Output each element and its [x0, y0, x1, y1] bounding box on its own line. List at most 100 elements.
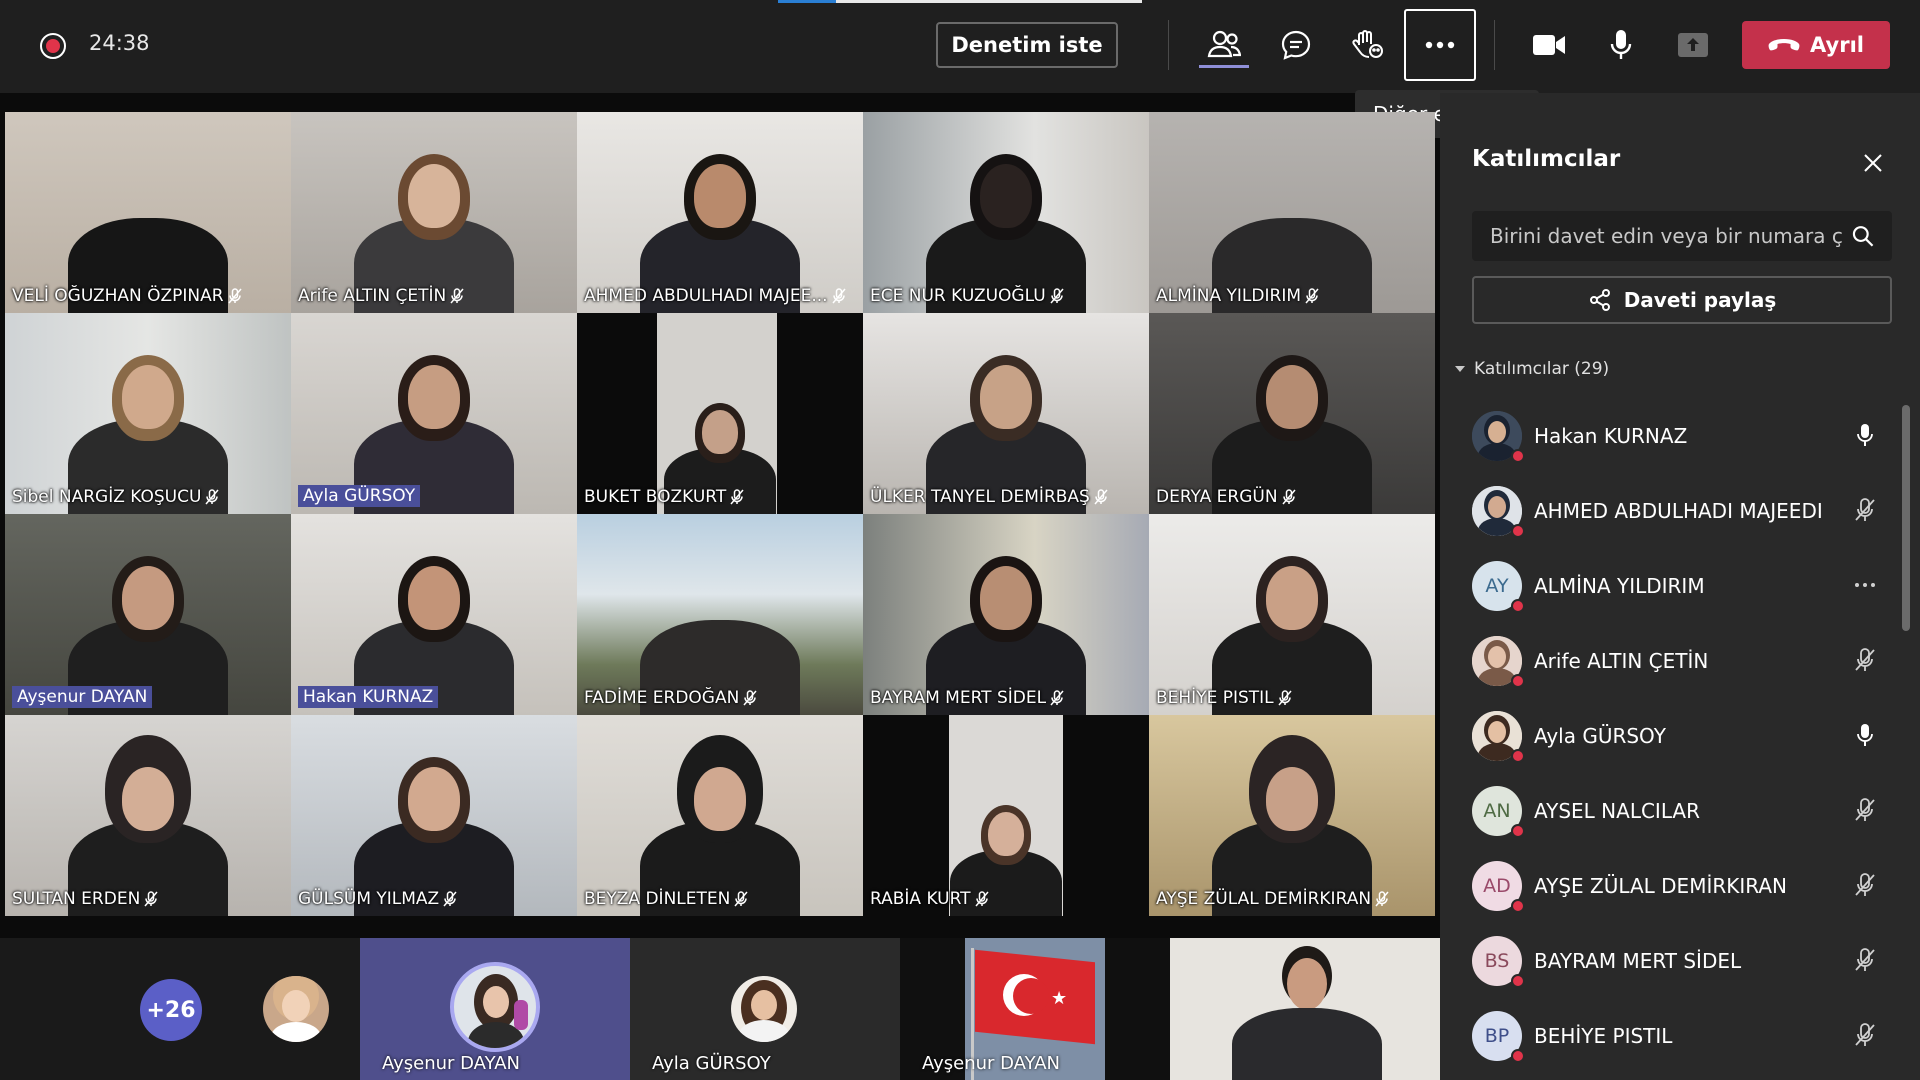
participant-avatar[interactable] — [263, 976, 329, 1042]
video-tile-strip[interactable]: ★ Ayşenur DAYAN — [900, 938, 1170, 1080]
tile-name-label: Sibel NARGİZ KOŞUCU — [12, 487, 220, 507]
video-tile[interactable]: DERYA ERGÜN — [1149, 313, 1435, 514]
video-tile-strip[interactable]: Ayla GÜRSOY — [630, 938, 900, 1080]
participant-name: AYSEL NALCILAR — [1534, 798, 1701, 823]
tile-name-label: Hakan KURNAZ — [298, 686, 439, 708]
tile-name-label: Ayla GÜRSOY — [298, 485, 421, 507]
share-invite-button[interactable]: Daveti paylaş — [1472, 276, 1892, 324]
video-grid: VELİ OĞUZHAN ÖZPINAR Arife ALTIN ÇETİN AHM… — [5, 112, 1435, 916]
call-progress-fill — [778, 0, 837, 3]
mic-icon — [1610, 30, 1632, 59]
video-tile[interactable]: FADİME ERDOĞAN — [577, 514, 863, 715]
tile-name-label: Ayşenur DAYAN — [382, 1053, 520, 1074]
search-icon[interactable] — [1851, 224, 1875, 248]
chat-icon — [1281, 30, 1311, 60]
request-review-button[interactable]: Denetim iste — [936, 22, 1118, 68]
tile-name-label: DERYA ERGÜN — [1156, 487, 1296, 507]
close-panel-button[interactable] — [1858, 148, 1888, 178]
participant-row[interactable]: Ayla GÜRSOY — [1472, 698, 1892, 773]
camera-icon — [1533, 35, 1565, 55]
raise-hand-button[interactable] — [1343, 22, 1393, 68]
video-tile[interactable]: RABİA KURT — [863, 715, 1149, 916]
camera-toggle-button[interactable] — [1524, 22, 1574, 68]
participants-button[interactable] — [1199, 22, 1249, 68]
chevron-down-icon — [1455, 366, 1465, 372]
participant-video — [694, 767, 746, 831]
participant-name: Ayla GÜRSOY — [1534, 723, 1666, 748]
video-tile[interactable]: BEHİYE PISTIL — [1149, 514, 1435, 715]
video-tile-strip[interactable] — [1170, 938, 1440, 1080]
share-tray-button[interactable] — [1668, 22, 1718, 68]
video-tile[interactable]: Arife ALTIN ÇETİN — [291, 112, 577, 313]
participants-scrollbar[interactable] — [1902, 405, 1910, 631]
participant-video — [408, 566, 460, 630]
video-tile[interactable]: GÜLSÜM YILMAZ — [291, 715, 577, 916]
participant-row[interactable]: AY ALMİNA YILDIRIM — [1472, 548, 1892, 623]
participant-video — [122, 566, 174, 630]
video-tile[interactable]: ALMİNA YILDIRIM — [1149, 112, 1435, 313]
mic-off-icon — [730, 489, 744, 505]
video-tile[interactable]: AHMED ABDULHADI MAJEE... — [577, 112, 863, 313]
video-tile[interactable]: Ayla GÜRSOY — [291, 313, 577, 514]
participant-video — [980, 365, 1032, 429]
participant-row[interactable]: AD AYŞE ZÜLAL DEMİRKIRAN — [1472, 848, 1892, 923]
video-tile[interactable]: VELİ OĞUZHAN ÖZPINAR — [5, 112, 291, 313]
participant-row[interactable]: BP BEHİYE PISTIL — [1472, 998, 1892, 1073]
participant-name: Hakan KURNAZ — [303, 687, 434, 707]
participants-section-header[interactable]: Katılımcılar (29) — [1454, 359, 1609, 379]
toolbar-divider — [1168, 20, 1169, 70]
video-tile[interactable]: BAYRAM MERT SİDEL — [863, 514, 1149, 715]
video-tile[interactable]: Ayşenur DAYAN — [5, 514, 291, 715]
participant-row[interactable]: Hakan KURNAZ — [1472, 398, 1892, 473]
chat-button[interactable] — [1271, 22, 1321, 68]
video-tile[interactable]: Hakan KURNAZ — [291, 514, 577, 715]
overflow-count-button[interactable]: +26 — [140, 979, 202, 1041]
video-tile[interactable]: ECE NUR KUZUOĞLU — [863, 112, 1149, 313]
presence-badge — [1511, 673, 1525, 688]
participant-more-button[interactable] — [1852, 572, 1878, 598]
participant-name: SULTAN ERDEN — [12, 889, 141, 909]
people-icon — [1207, 30, 1241, 57]
participant-video — [122, 365, 174, 429]
video-tile[interactable]: SULTAN ERDEN — [5, 715, 291, 916]
tile-name-label: Ayla GÜRSOY — [652, 1053, 771, 1074]
tile-name-label: SULTAN ERDEN — [12, 889, 158, 909]
participant-row[interactable]: AHMED ABDULHADI MAJEEDI — [1472, 473, 1892, 548]
participant-row[interactable]: BS BAYRAM MERT SİDEL — [1472, 923, 1892, 998]
participant-name: VELİ OĞUZHAN ÖZPINAR — [12, 286, 224, 306]
participant-mic-status — [1852, 722, 1878, 748]
participant-video — [701, 409, 739, 455]
microphone-toggle-button[interactable] — [1596, 22, 1646, 68]
participant-row[interactable]: Arife ALTIN ÇETİN — [1472, 623, 1892, 698]
video-tile[interactable]: AYŞE ZÜLAL DEMİRKIRAN — [1149, 715, 1435, 916]
share-icon — [1589, 289, 1610, 311]
presence-badge — [1511, 973, 1525, 988]
avatar-initials: BS — [1484, 949, 1510, 972]
participant-video — [987, 811, 1025, 857]
video-tile[interactable]: BEYZA DİNLETEN — [577, 715, 863, 916]
mic-off-icon — [1094, 489, 1108, 505]
more-actions-button[interactable] — [1404, 9, 1476, 81]
video-tile[interactable]: Sibel NARGİZ KOŞUCU — [5, 313, 291, 514]
invite-search-input[interactable] — [1490, 224, 1843, 248]
video-tile-strip-active[interactable]: Ayşenur DAYAN — [360, 938, 630, 1080]
participant-video — [980, 566, 1032, 630]
tile-name-label: Arife ALTIN ÇETİN — [298, 286, 464, 306]
presence-badge — [1511, 898, 1525, 913]
mic-off-icon — [144, 891, 158, 907]
participant-name: BEHİYE PISTIL — [1534, 1023, 1673, 1048]
presence-badge — [1511, 1048, 1525, 1063]
mic-off-icon — [974, 891, 989, 907]
tile-name-label: ALMİNA YILDIRIM — [1156, 286, 1319, 306]
toolbar-divider — [1494, 20, 1495, 70]
participant-name: ÜLKER TANYEL DEMİRBAŞ — [870, 487, 1090, 507]
participant-name: Ayla GÜRSOY — [303, 486, 416, 506]
video-tile[interactable]: ÜLKER TANYEL DEMİRBAŞ — [863, 313, 1149, 514]
share-invite-label: Daveti paylaş — [1623, 288, 1777, 312]
video-tile[interactable]: BUKET BOZKURT — [577, 313, 863, 514]
tile-name-label: VELİ OĞUZHAN ÖZPINAR — [12, 286, 242, 306]
participant-row[interactable]: AN AYSEL NALCILAR — [1472, 773, 1892, 848]
participant-name: AHMED ABDULHADI MAJEEDI — [1534, 498, 1823, 523]
call-progress-bar — [778, 0, 1142, 3]
leave-call-button[interactable]: Ayrıl — [1742, 21, 1890, 69]
